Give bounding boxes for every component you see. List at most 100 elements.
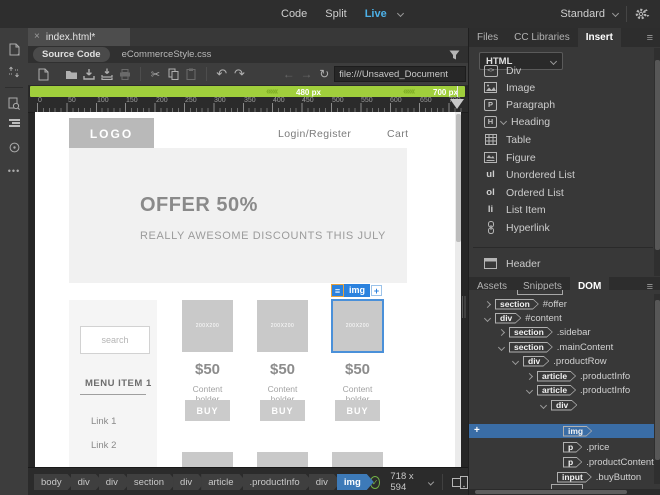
insert-scrollbar[interactable]	[654, 48, 660, 276]
close-tab-icon[interactable]: ×	[34, 32, 40, 42]
insert-element-icon[interactable]: +	[474, 425, 480, 436]
tag-crumb[interactable]: section	[127, 474, 177, 490]
view-mode-code[interactable]: Code	[272, 8, 316, 20]
tag-crumb[interactable]: body	[34, 474, 75, 490]
view-mode-split[interactable]: Split	[316, 8, 355, 20]
product-image[interactable]	[257, 452, 308, 467]
media-query-scrubber[interactable]	[450, 99, 464, 109]
tag-crumb[interactable]: .productInfo	[243, 474, 313, 490]
save-all-icon[interactable]	[99, 66, 115, 82]
collapse-icon[interactable]	[483, 314, 492, 323]
expand-icon[interactable]	[497, 328, 506, 337]
forward-icon[interactable]: →	[299, 66, 315, 82]
tag-crumb[interactable]: div	[99, 474, 131, 490]
save-icon[interactable]	[81, 66, 97, 82]
print-icon[interactable]	[117, 66, 133, 82]
tab-insert[interactable]: Insert	[577, 28, 621, 47]
dom-row[interactable]: section .sidebar	[469, 325, 660, 339]
nav-login-register[interactable]: Login/Register	[278, 128, 351, 140]
canvas-scrollbar-thumb[interactable]	[455, 114, 461, 242]
insert-item-figure[interactable]: Figure	[469, 149, 649, 166]
dom-row[interactable]: p .productContent	[469, 455, 660, 469]
dom-horizontal-scrollbar[interactable]	[469, 489, 660, 495]
workspace-dropdown-icon[interactable]	[611, 9, 620, 18]
element-display-tag[interactable]: img	[344, 283, 371, 297]
panel-menu-icon[interactable]: ≡	[639, 28, 660, 47]
undo-icon[interactable]: ↶	[214, 66, 230, 82]
address-bar[interactable]	[334, 66, 467, 82]
nav-cart[interactable]: Cart	[387, 128, 408, 140]
live-code-icon[interactable]	[0, 94, 28, 112]
tag-crumb[interactable]: div	[71, 474, 103, 490]
related-file-css[interactable]: eCommerceStyle.css	[122, 49, 212, 60]
dom-row[interactable]: div	[469, 398, 660, 412]
product-image[interactable]: 200X200	[182, 300, 233, 352]
dom-row-selected[interactable]: + img	[469, 424, 660, 438]
tab-files[interactable]: Files	[469, 28, 506, 47]
dom-row[interactable]: div #content	[469, 311, 660, 325]
sync-settings-icon[interactable]	[635, 7, 650, 21]
file-management-icon[interactable]	[0, 40, 28, 58]
buy-button[interactable]: BUY	[260, 400, 305, 421]
collapse-icon[interactable]	[525, 386, 534, 395]
insert-item-paragraph[interactable]: P Paragraph	[469, 96, 649, 113]
dom-horizontal-scrollbar-thumb[interactable]	[475, 490, 627, 494]
sidebar-link-1[interactable]: Link 1	[91, 416, 116, 427]
dom-row[interactable]: p .price	[469, 440, 660, 454]
back-icon[interactable]: ←	[281, 66, 297, 82]
sidebar-link-2[interactable]: Link 2	[91, 440, 116, 451]
insert-item-heading[interactable]: H Heading	[469, 113, 649, 130]
live-dropdown-icon[interactable]	[396, 9, 404, 18]
insert-item-image[interactable]: Image	[469, 79, 649, 96]
quick-inspector-icon[interactable]: ≡	[331, 283, 344, 297]
dom-row[interactable]: article .productInfo	[469, 383, 660, 397]
tag-crumb[interactable]: div	[309, 474, 341, 490]
insert-item-table[interactable]: Table	[469, 131, 649, 148]
product-image-selected[interactable]: 200X200	[331, 299, 384, 353]
format-source-icon[interactable]	[0, 115, 28, 133]
cut-icon[interactable]: ✂	[148, 66, 164, 82]
buy-button[interactable]: BUY	[185, 400, 230, 421]
dom-row[interactable]: div .productRow	[469, 354, 660, 368]
tag-crumb[interactable]: div	[173, 474, 205, 490]
copy-icon[interactable]	[165, 66, 181, 82]
window-size-display[interactable]: 718 x 594	[390, 471, 423, 493]
insert-item-unordered-list[interactable]: ul Unordered List	[469, 166, 649, 183]
panel-splitter-grip[interactable]	[462, 296, 467, 318]
heading-dropdown-icon[interactable]	[499, 117, 508, 126]
buy-button[interactable]: BUY	[335, 400, 380, 421]
insert-item-header[interactable]: Header	[469, 255, 649, 272]
expand-icon[interactable]	[483, 300, 492, 309]
paste-icon[interactable]	[183, 66, 199, 82]
workspace-switcher[interactable]: Standard	[560, 8, 605, 20]
filter-icon[interactable]	[449, 50, 460, 60]
dom-row[interactable]: input .buyButton	[469, 470, 660, 484]
add-class-id-button[interactable]: +	[371, 284, 383, 296]
collapse-icon[interactable]	[539, 401, 548, 410]
media-query-bar[interactable]: ‹‹‹‹‹‹ 480 px ‹‹‹‹‹‹ 700 px	[30, 86, 465, 97]
product-image[interactable]: 200X200	[257, 300, 308, 352]
insert-item-ordered-list[interactable]: ol Ordered List	[469, 184, 649, 201]
get-put-files-icon[interactable]	[0, 63, 28, 81]
view-mode-live[interactable]: Live	[356, 8, 396, 20]
new-file-icon[interactable]	[36, 66, 52, 82]
inspect-mode-icon[interactable]	[0, 138, 28, 156]
insert-item-div[interactable]: <> Div	[469, 62, 649, 79]
dom-scrollbar-thumb[interactable]	[654, 300, 660, 460]
collapse-icon[interactable]	[497, 343, 506, 352]
collapse-icon[interactable]	[511, 357, 520, 366]
search-input[interactable]	[80, 326, 150, 354]
insert-item-list-item[interactable]: li List Item	[469, 201, 649, 218]
insert-item-hyperlink[interactable]: Hyperlink	[469, 219, 649, 236]
open-file-icon[interactable]	[64, 66, 80, 82]
size-dropdown-icon[interactable]	[427, 478, 435, 486]
site-logo[interactable]: LOGO	[69, 118, 154, 149]
redo-icon[interactable]: ↷	[232, 66, 248, 82]
document-tab[interactable]: × index.html*	[28, 28, 130, 46]
device-preview-icon[interactable]	[452, 475, 468, 489]
tag-crumb[interactable]: article	[201, 474, 246, 490]
dom-row[interactable]: article .productInfo	[469, 369, 660, 383]
dom-scrollbar[interactable]	[654, 294, 660, 484]
expand-icon[interactable]	[525, 372, 534, 381]
dom-row[interactable]: section .mainContent	[469, 340, 660, 354]
